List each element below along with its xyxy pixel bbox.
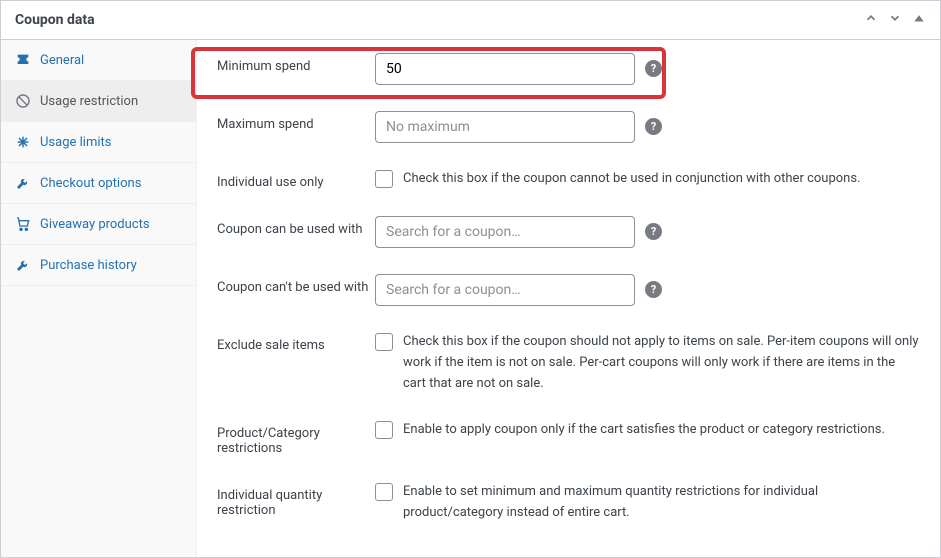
individual-use-checkbox[interactable] bbox=[375, 170, 393, 188]
row-minimum-spend: Minimum spend ? bbox=[217, 40, 920, 98]
help-icon[interactable]: ? bbox=[645, 223, 662, 240]
move-up-icon[interactable] bbox=[864, 11, 878, 29]
row-maximum-spend: Maximum spend ? bbox=[217, 98, 920, 156]
sidebar-item-label: Checkout options bbox=[40, 176, 141, 191]
help-icon[interactable]: ? bbox=[645, 118, 662, 135]
block-icon bbox=[15, 93, 31, 109]
sidebar-item-giveaway-products[interactable]: Giveaway products bbox=[1, 204, 196, 245]
help-icon[interactable]: ? bbox=[645, 60, 662, 77]
sidebar-item-label: Purchase history bbox=[40, 258, 137, 273]
panel-title: Coupon data bbox=[15, 12, 95, 28]
sidebar-item-checkout-options[interactable]: Checkout options bbox=[1, 163, 196, 204]
sidebar-item-purchase-history[interactable]: Purchase history bbox=[1, 245, 196, 286]
label-maximum-spend: Maximum spend bbox=[217, 111, 375, 132]
label-individual-quantity-restriction: Individual quantity restriction bbox=[217, 482, 375, 518]
individual-quantity-restriction-desc: Enable to set minimum and maximum quanti… bbox=[403, 482, 920, 524]
individual-use-desc: Check this box if the coupon cannot be u… bbox=[403, 169, 861, 190]
sidebar: General Usage restriction Usage limits C… bbox=[1, 40, 197, 557]
minimum-spend-input[interactable] bbox=[375, 53, 635, 85]
exclude-sale-checkbox[interactable] bbox=[375, 333, 393, 351]
label-can-be-used-with: Coupon can be used with bbox=[217, 216, 375, 237]
product-category-restrictions-desc: Enable to apply coupon only if the cart … bbox=[403, 420, 885, 441]
product-category-restrictions-checkbox[interactable] bbox=[375, 421, 393, 439]
individual-quantity-restriction-checkbox[interactable] bbox=[375, 483, 393, 501]
row-can-be-used-with: Coupon can be used with ? bbox=[217, 203, 920, 261]
label-cant-be-used-with: Coupon can't be used with bbox=[217, 274, 375, 295]
wrench-icon bbox=[15, 257, 31, 273]
row-individual-quantity-restriction: Individual quantity restriction Enable t… bbox=[217, 469, 920, 537]
row-product-category-restrictions: Product/Category restrictions Enable to … bbox=[217, 407, 920, 469]
sidebar-item-usage-limits[interactable]: Usage limits bbox=[1, 122, 196, 163]
move-down-icon[interactable] bbox=[888, 11, 902, 29]
ticket-icon bbox=[15, 52, 31, 68]
panel-header: Coupon data bbox=[1, 1, 940, 40]
main-content: Minimum spend ? Maximum spend ? Individu… bbox=[197, 40, 940, 557]
sidebar-item-label: Usage limits bbox=[40, 135, 111, 150]
label-product-category-restrictions: Product/Category restrictions bbox=[217, 420, 375, 456]
wrench-icon bbox=[15, 175, 31, 191]
maximum-spend-input[interactable] bbox=[375, 111, 635, 143]
panel-body: General Usage restriction Usage limits C… bbox=[1, 40, 940, 557]
label-individual-use: Individual use only bbox=[217, 169, 375, 190]
label-exclude-sale-items: Exclude sale items bbox=[217, 332, 375, 353]
help-icon[interactable]: ? bbox=[645, 281, 662, 298]
row-individual-use: Individual use only Check this box if th… bbox=[217, 156, 920, 203]
label-minimum-spend: Minimum spend bbox=[217, 53, 375, 74]
cart-icon bbox=[15, 216, 31, 232]
row-cant-be-used-with: Coupon can't be used with ? bbox=[217, 261, 920, 319]
sidebar-item-label: Usage restriction bbox=[40, 94, 138, 109]
cant-be-used-with-input[interactable] bbox=[375, 274, 635, 306]
collapse-icon[interactable] bbox=[912, 11, 926, 29]
coupon-data-panel: Coupon data General bbox=[0, 0, 941, 558]
header-controls bbox=[864, 11, 926, 29]
sidebar-item-label: Giveaway products bbox=[40, 217, 150, 232]
exclude-sale-desc: Check this box if the coupon should not … bbox=[403, 332, 920, 394]
can-be-used-with-input[interactable] bbox=[375, 216, 635, 248]
sidebar-item-label: General bbox=[40, 53, 84, 68]
sidebar-item-usage-restriction[interactable]: Usage restriction bbox=[1, 81, 196, 122]
limits-icon bbox=[15, 134, 31, 150]
sidebar-item-general[interactable]: General bbox=[1, 40, 196, 81]
row-exclude-sale-items: Exclude sale items Check this box if the… bbox=[217, 319, 920, 407]
